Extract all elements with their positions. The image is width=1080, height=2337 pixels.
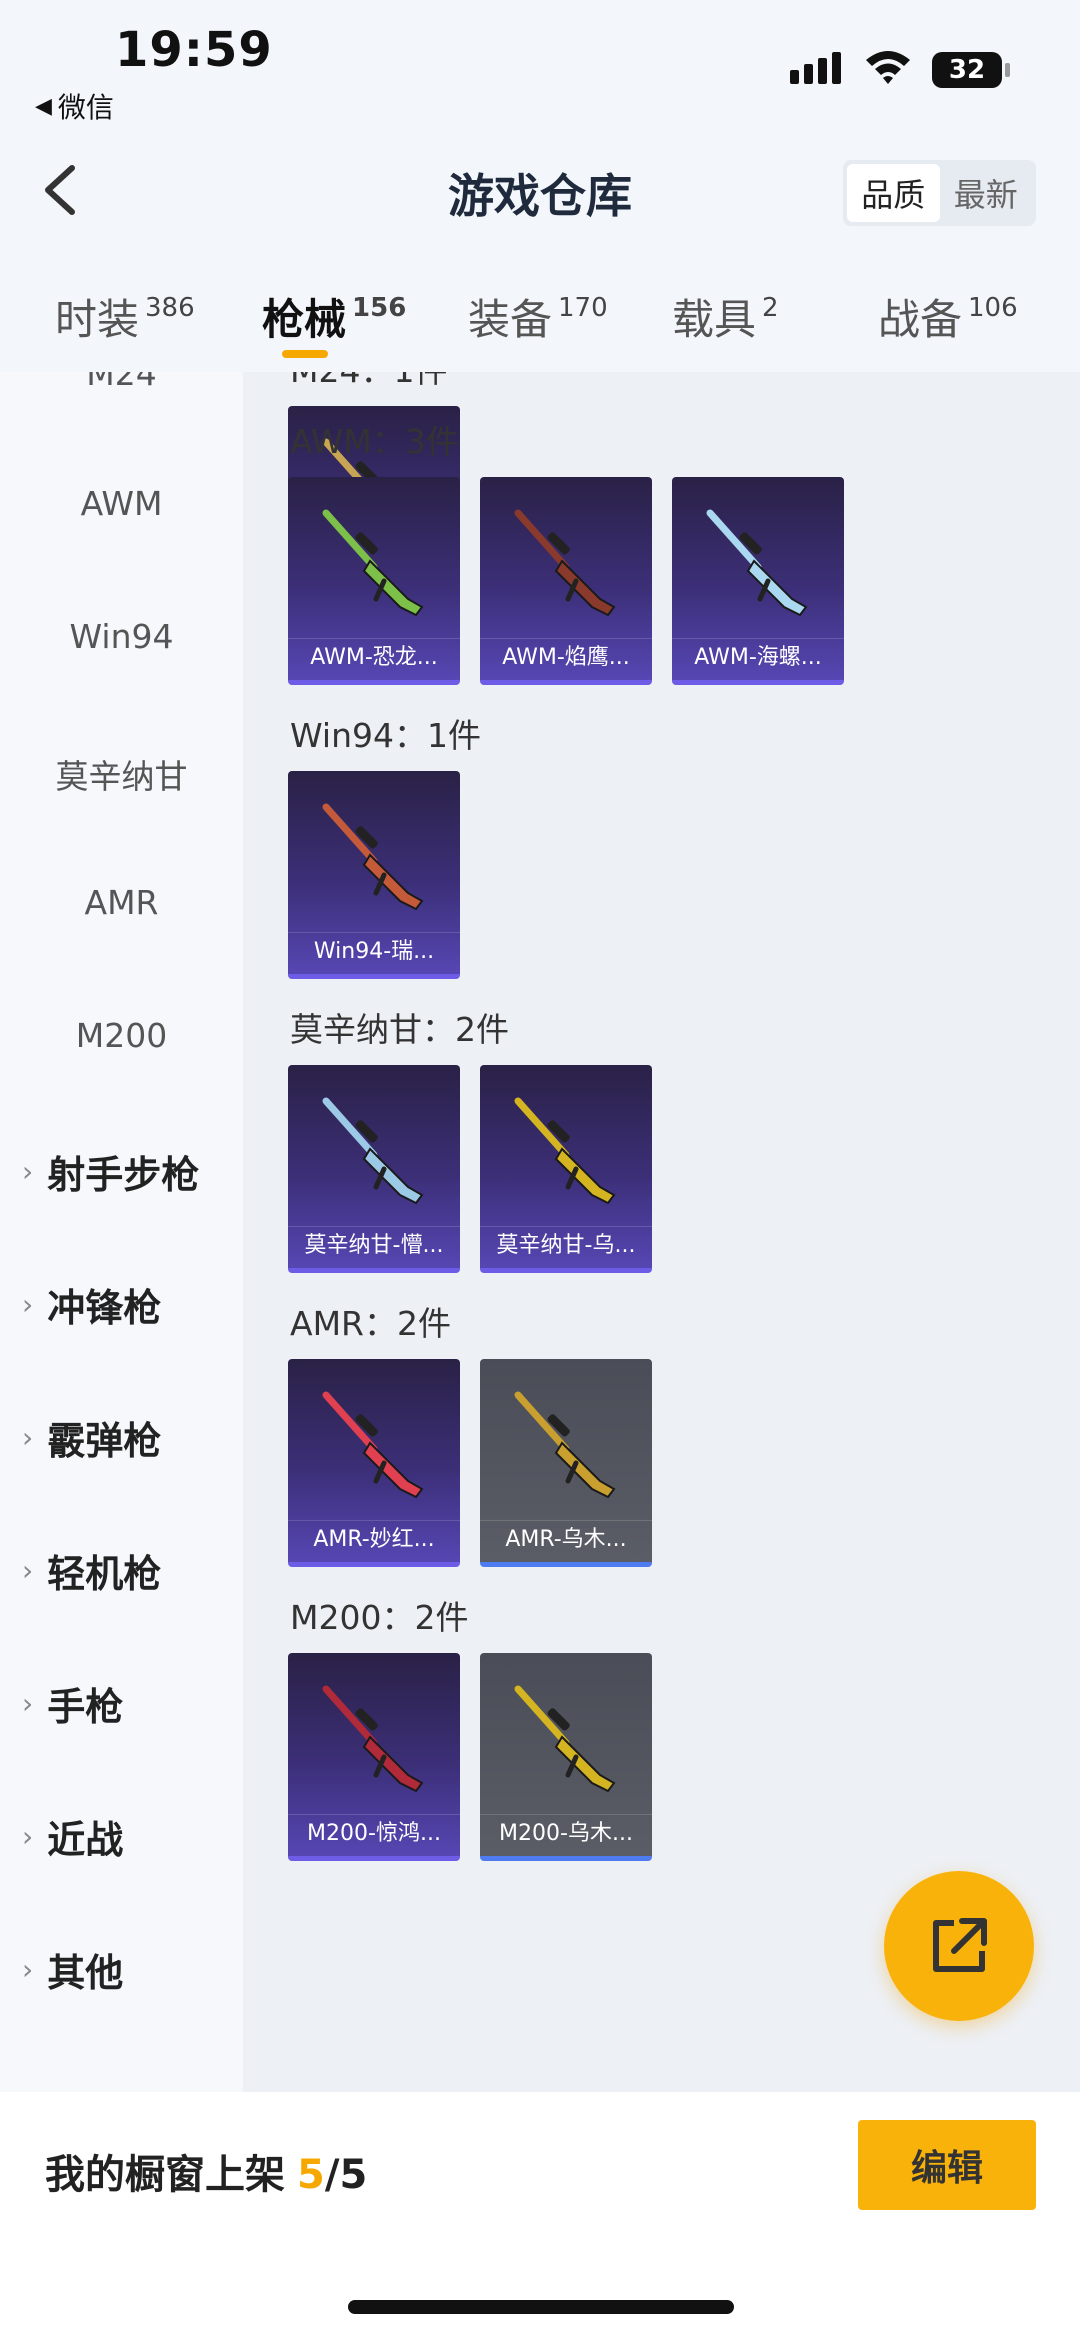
rifle-icon	[514, 1391, 616, 1499]
rifle-icon	[322, 509, 424, 617]
sidebar-category-melee[interactable]: › 近战	[22, 1809, 123, 1864]
chevron-right-icon: ›	[22, 1421, 34, 1454]
chevron-right-icon: ›	[22, 1554, 34, 1587]
back-app-label: 微信	[57, 91, 114, 124]
rifle-icon	[514, 509, 616, 617]
sidebar-category-dmr[interactable]: › 射手步枪	[22, 1144, 199, 1199]
bottom-bar: 我的橱窗上架 5/5 编辑	[0, 2092, 1080, 2337]
showcase-label: 我的橱窗上架	[45, 2152, 285, 2198]
weapon-card[interactable]: Win94-瑞...	[288, 771, 460, 979]
showcase-count: 5	[297, 2152, 325, 2198]
weapon-card[interactable]: AMR-妙红...	[288, 1359, 460, 1567]
weapon-card-label: AWM-焰鹰...	[480, 638, 652, 680]
weapon-card-label: AMR-妙红...	[288, 1520, 460, 1562]
weapon-card[interactable]: M200-乌木...	[480, 1653, 652, 1861]
status-bar: 19:59 ◀ 微信 32	[0, 0, 1080, 130]
group-title: Win94：1件	[290, 716, 481, 755]
signal-icon	[790, 52, 841, 84]
weapon-card-label: M200-乌木...	[480, 1814, 652, 1856]
weapon-card-label: M200-惊鸿...	[288, 1814, 460, 1856]
tab-supplies[interactable]: 战备 106	[878, 286, 1018, 347]
sidebar-category-smg[interactable]: › 冲锋枪	[22, 1277, 161, 1332]
tab-vehicles[interactable]: 载具 2	[672, 286, 779, 347]
group-title: M24：1件	[290, 372, 447, 392]
share-external-icon	[933, 1918, 987, 1972]
sidebar-category-other[interactable]: › 其他	[22, 1942, 123, 1997]
active-tab-indicator	[282, 350, 328, 358]
weapon-card-label: Win94-瑞...	[288, 932, 460, 974]
tab-guns[interactable]: 枪械 156	[262, 286, 406, 347]
back-to-wechat[interactable]: ◀ 微信	[35, 86, 114, 126]
showcase-status: 我的橱窗上架 5/5	[45, 2142, 367, 2200]
sidebar: M24 AWM Win94 莫辛纳甘 AMR M200 › 射手步枪 › 冲锋枪 ›…	[0, 372, 243, 2092]
group-title: AMR：2件	[290, 1304, 451, 1343]
battery-cap	[1005, 63, 1010, 77]
weapon-card-label: AMR-乌木...	[480, 1520, 652, 1562]
rifle-icon	[706, 509, 808, 617]
tab-equipment[interactable]: 装备 170	[468, 286, 608, 347]
chevron-right-icon: ›	[22, 1820, 34, 1853]
sidebar-category-shotgun[interactable]: › 霰弹枪	[22, 1410, 161, 1465]
sidebar-item-amr[interactable]: AMR	[0, 883, 243, 922]
status-time: 19:59	[115, 22, 273, 78]
weapon-card[interactable]: AWM-恐龙...	[288, 477, 460, 685]
header: 游戏仓库 品质 最新	[0, 130, 1080, 250]
chevron-right-icon: ›	[22, 1155, 34, 1188]
weapon-card[interactable]: AMR-乌木...	[480, 1359, 652, 1567]
rifle-icon	[322, 1391, 424, 1499]
rifle-icon	[514, 1097, 616, 1205]
edit-button[interactable]: 编辑	[858, 2120, 1036, 2210]
rifle-icon	[322, 1685, 424, 1793]
sidebar-item-m200[interactable]: M200	[0, 1016, 243, 1055]
chevron-right-icon: ›	[22, 1687, 34, 1720]
weapon-card-label: AWM-海螺...	[672, 638, 844, 680]
share-fab[interactable]	[884, 1871, 1034, 2021]
home-indicator	[348, 2300, 734, 2314]
showcase-total: /5	[324, 2152, 368, 2198]
sort-quality-button[interactable]: 品质	[847, 164, 940, 222]
weapon-card[interactable]: AWM-海螺...	[672, 477, 844, 685]
sort-toggle: 品质 最新	[843, 160, 1036, 226]
weapon-card-label: 莫辛纳甘-懵...	[288, 1226, 460, 1268]
item-grid: M24：1件M24-众神之王AWM：3件AWM-恐龙...AWM-焰鹰...AW…	[243, 372, 1080, 2092]
group-title: 莫辛纳甘：2件	[290, 1010, 509, 1049]
sidebar-item-win94[interactable]: Win94	[0, 617, 243, 656]
group-title: AWM：3件	[290, 422, 459, 461]
rifle-icon	[514, 1685, 616, 1793]
category-tabs: 时装 386 枪械 156 装备 170 载具 2 战备 106	[0, 250, 1080, 372]
sidebar-item-awm[interactable]: AWM	[0, 484, 243, 523]
chevron-right-icon: ›	[22, 1288, 34, 1321]
sort-newest-button[interactable]: 最新	[940, 164, 1033, 222]
weapon-card[interactable]: M200-惊鸿...	[288, 1653, 460, 1861]
rifle-icon	[322, 803, 424, 911]
sidebar-category-pistol[interactable]: › 手枪	[22, 1676, 123, 1731]
tab-fashion[interactable]: 时装 386	[55, 286, 195, 347]
chevron-right-icon: ›	[22, 1953, 34, 1986]
sidebar-item-mosin[interactable]: 莫辛纳甘	[0, 750, 243, 798]
weapon-card[interactable]: AWM-焰鹰...	[480, 477, 652, 685]
weapon-card-label: AWM-恐龙...	[288, 638, 460, 680]
wifi-icon	[866, 51, 910, 84]
back-triangle-icon: ◀	[35, 93, 52, 119]
weapon-card[interactable]: 莫辛纳甘-乌...	[480, 1065, 652, 1273]
battery-icon: 32	[932, 52, 1002, 88]
weapon-card-label: 莫辛纳甘-乌...	[480, 1226, 652, 1268]
sidebar-category-lmg[interactable]: › 轻机枪	[22, 1543, 161, 1598]
group-title: M200：2件	[290, 1598, 469, 1637]
rifle-icon	[322, 1097, 424, 1205]
weapon-card[interactable]: 莫辛纳甘-懵...	[288, 1065, 460, 1273]
sidebar-item-m24[interactable]: M24	[0, 372, 243, 393]
